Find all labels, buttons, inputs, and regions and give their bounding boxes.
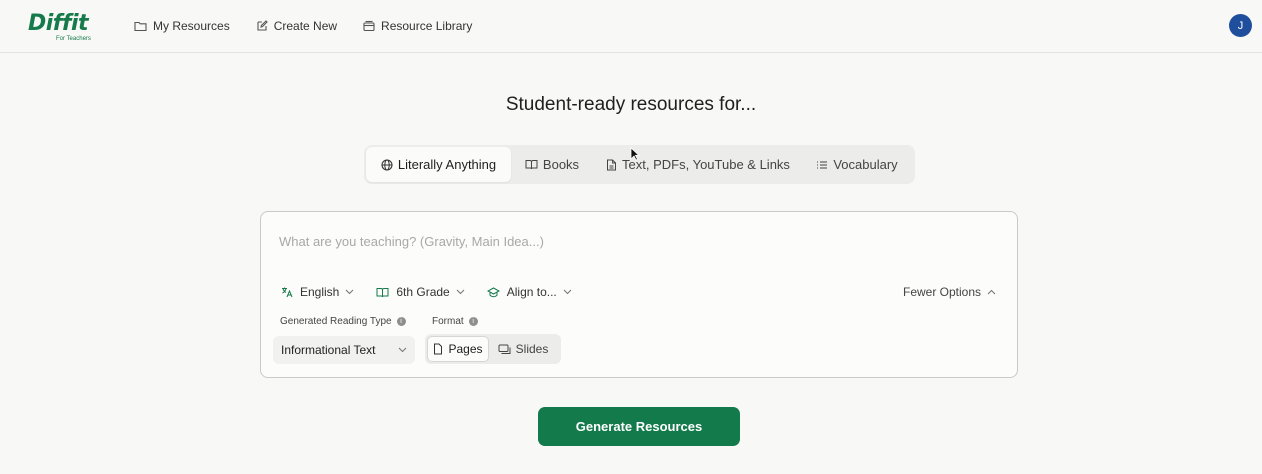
language-select[interactable]: English [281,285,354,299]
nav-create-new[interactable]: Create New [256,19,337,33]
translate-icon [282,287,293,298]
format-label: Format i [432,316,478,327]
chevron-down-icon [345,289,354,295]
fewer-options-toggle[interactable]: Fewer Options [903,283,996,301]
fewer-options-label: Fewer Options [903,285,982,299]
logo-text: Diffit [28,11,89,36]
book-icon [525,160,538,170]
top-header: Diffit For Teachers My Resources Create … [0,0,1262,53]
nav-resource-library[interactable]: Resource Library [363,19,472,33]
format-slides-button[interactable]: Slides [489,336,557,362]
tab-text-pdfs-youtube-links[interactable]: Text, PDFs, YouTube & Links [593,147,803,182]
page-title: Student-ready resources for... [505,94,757,115]
align-select[interactable]: Align to... [486,285,572,299]
tab-books-label: Books [542,157,580,172]
tab-books[interactable]: Books [511,147,593,182]
grade-value: 6th Grade [396,285,450,299]
nav-my-resources-label: My Resources [153,19,230,33]
graduation-cap-icon [486,286,500,297]
main-nav: My Resources Create New Resource Library [134,18,498,34]
chevron-down-icon [398,347,407,353]
format-pages-label: Pages [448,342,483,356]
resource-form-card: English 6th Grade Align to... Fewer Opti… [260,211,1018,378]
tab-literally-anything-label: Literally Anything [397,157,497,172]
globe-icon [381,158,393,171]
logo-subtext: For Teachers [56,36,91,42]
chevron-up-icon [987,289,996,295]
info-icon[interactable]: i [468,317,478,326]
nav-create-new-label: Create New [273,19,338,33]
language-value: English [300,285,340,299]
align-value: Align to... [506,285,557,299]
chevron-down-icon [563,289,572,295]
grade-select[interactable]: 6th Grade [376,285,465,299]
reading-type-label: Generated Reading Type i [280,316,406,327]
edit-icon [257,20,268,31]
book-open-icon [376,287,389,297]
topic-input[interactable] [279,230,979,252]
generate-resources-button[interactable]: Generate Resources [538,407,740,446]
format-pages-button[interactable]: Pages [427,336,489,362]
info-icon[interactable]: i [396,317,406,326]
slides-icon [498,344,511,354]
diffit-logo[interactable]: Diffit For Teachers [28,12,98,46]
tab-text-pdfs-label: Text, PDFs, YouTube & Links [622,157,790,172]
page-icon [434,343,443,355]
nav-resource-library-label: Resource Library [381,19,473,33]
tab-vocabulary-label: Vocabulary [833,157,898,172]
library-icon [363,20,375,32]
folder-icon [134,21,147,32]
format-toggle-group: Pages Slides [425,334,561,364]
tab-vocabulary[interactable]: Vocabulary [803,147,911,182]
user-avatar[interactable]: J [1229,14,1252,37]
reading-type-value: Informational Text [281,343,376,357]
format-label-text: Format [432,316,464,327]
tab-literally-anything[interactable]: Literally Anything [366,147,511,182]
chevron-down-icon [456,289,465,295]
nav-my-resources[interactable]: My Resources [134,19,230,33]
options-row: English 6th Grade Align to... [281,283,594,301]
mouse-cursor-icon [630,147,640,161]
reading-type-label-text: Generated Reading Type [280,316,392,327]
format-slides-label: Slides [515,342,549,356]
reading-type-select[interactable]: Informational Text [273,336,415,364]
list-icon [817,160,828,169]
document-icon [607,159,617,170]
